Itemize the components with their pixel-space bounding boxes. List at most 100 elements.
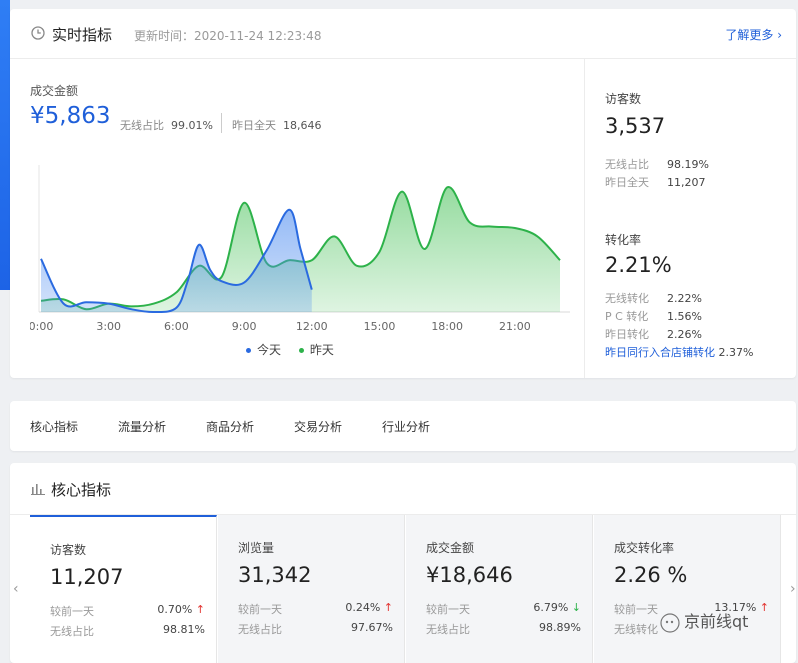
legend-today-label: 今天 [257,343,282,357]
metric-compare-label: 较前一天 [426,603,470,616]
realtime-card: 实时指标 更新时间：2020-11-24 12:23:48 了解更多 › 成交金… [10,9,796,378]
peer-conversion-link[interactable]: 昨日同行入合店铺转化 [605,346,715,359]
header-background [0,0,10,290]
visitors-row-key: 昨日全天 [605,176,649,189]
gmv-yesterday-label: 昨日全天 [232,119,276,132]
realtime-side-panel: 访客数 3,537 无线占比 98.19% 昨日全天 11,207 转化率 2.21… [585,59,796,378]
visitors-row-key: 无线占比 [605,158,649,171]
gmv-yesterday: 昨日全天 18,646 [232,117,322,133]
watermark-text: 京前线qt [684,612,749,631]
carousel-next-button[interactable]: › [790,581,796,597]
x-tick-label: 18:00 [431,320,463,333]
metric-label: 成交转化率 [614,541,675,555]
x-tick-label: 3:00 [96,320,121,333]
metric-compare-value: 6.79% ↓ [533,601,581,614]
metric-mobile-label: 无线占比 [238,623,282,636]
gmv-label: 成交金额 [30,84,79,98]
visitors-row: 无线占比 98.19% [605,156,785,172]
metric-card-pageviews[interactable]: 浏览量 31,342 较前一天 0.24% ↑ 无线占比 97.67% [218,515,405,663]
metric-mobile-row: 无线占比 97.67% [238,621,393,637]
conversion-row-value: 1.56% [667,310,702,323]
trend-down-icon: ↓ [571,601,581,614]
metric-value: 2.26 % [614,563,688,587]
carousel-prev-button[interactable]: ‹ [13,581,19,597]
chevron-right-icon: › [777,28,782,42]
metric-value: ¥18,646 [426,563,513,587]
visitors-row-value: 11,207 [667,176,706,189]
conversion-row: 昨日转化 2.26% [605,326,785,342]
conversion-row: P C 转化 1.56% [605,308,785,324]
tab-products[interactable]: 商品分析 [206,418,254,435]
conversion-row-value: 2.26% [667,328,702,341]
conversion-row-value: 2.22% [667,292,702,305]
x-tick-group: 0:00 3:00 6:00 9:00 12:00 15:00 18:00 21:00 [30,320,531,333]
visitors-label: 访客数 [605,92,642,106]
metric-label: 访客数 [50,543,87,557]
gmv-separator [221,113,222,133]
metric-mobile-label: 无线占比 [50,625,94,638]
metric-card-conversion[interactable]: 成交转化率 2.26 % 较前一天 13.17% ↑ 无线转化 [594,515,781,663]
clock-icon [31,26,45,40]
gmv-mobile-label: 无线占比 [120,119,164,132]
conversion-row-key: 无线转化 [605,292,649,305]
metric-compare-row: 较前一天 0.70% ↑ [50,603,205,619]
metric-compare-value: 0.70% ↑ [157,603,205,616]
metric-card-gmv[interactable]: 成交金额 ¥18,646 较前一天 6.79% ↓ 无线占比 98.89% [406,515,593,663]
metric-compare-number: 0.24% [345,601,381,614]
visitors-row-value: 98.19% [667,158,709,171]
conversion-label: 转化率 [605,233,642,247]
visitors-row: 昨日全天 11,207 [605,174,785,190]
tab-core-metrics[interactable]: 核心指标 [30,418,78,435]
x-tick-label: 21:00 [499,320,531,333]
learn-more-label: 了解更多 [725,28,774,42]
legend-yesterday-label: 昨天 [309,343,334,357]
peer-conversion: 昨日同行入合店铺转化 2.37% [605,344,753,360]
tab-industry[interactable]: 行业分析 [382,418,430,435]
peer-conversion-value: 2.37% [718,346,754,359]
metric-label: 成交金额 [426,541,475,555]
learn-more-link[interactable]: 了解更多 › [725,26,782,43]
metric-compare-number: 0.70% [157,603,193,616]
metric-compare-label: 较前一天 [50,605,94,618]
metric-compare-number: 6.79% [533,601,569,614]
tab-transactions[interactable]: 交易分析 [294,418,342,435]
metric-compare-row: 较前一天 0.24% ↑ [238,601,393,617]
gmv-yesterday-value: 18,646 [283,119,322,132]
core-metrics-header: 核心指标 [10,463,796,515]
legend-today[interactable]: 今天 [246,343,281,357]
metric-compare-label: 较前一天 [614,603,658,616]
metric-mobile-label: 无线占比 [426,623,470,636]
metric-mobile-row: 无线占比 98.89% [426,621,581,637]
realtime-area-chart: 0:00 3:00 6:00 9:00 12:00 15:00 18:00 21:00 [30,165,570,333]
x-tick-label: 15:00 [364,320,396,333]
metric-card-visitors[interactable]: 访客数 11,207 较前一天 0.70% ↑ 无线占比 98.81% [30,515,217,663]
gmv-panel: 成交金额 ¥5,863 无线占比 99.01% 昨日全天 18,646 0:00… [10,59,584,378]
gmv-mobile-value: 99.01% [171,119,213,132]
wechat-icon [660,612,680,633]
watermark: 京前线qt [660,608,748,633]
trend-up-icon: ↑ [383,601,393,614]
core-metrics-title: 核心指标 [51,481,112,499]
conversion-row: 无线转化 2.22% [605,290,785,306]
x-tick-label: 12:00 [296,320,328,333]
metric-compare-row: 较前一天 6.79% ↓ [426,601,581,617]
legend-today-dot [246,348,251,353]
chart-legend: 今天 昨天 [246,341,348,358]
update-time: 更新时间：2020-11-24 12:23:48 [134,29,322,43]
tab-traffic[interactable]: 流量分析 [118,418,166,435]
metric-mobile-label: 无线转化 [614,623,658,636]
metric-label: 浏览量 [238,541,275,555]
conversion-row-key: P C 转化 [605,310,649,323]
x-tick-label: 0:00 [30,320,53,333]
bar-chart-icon [31,484,45,495]
metric-value: 11,207 [50,565,124,589]
legend-yesterday[interactable]: 昨天 [298,343,334,357]
conversion-row-key: 昨日转化 [605,328,649,341]
metric-compare-label: 较前一天 [238,603,282,616]
metric-mobile-value: 98.89% [539,621,581,634]
trend-up-icon: ↑ [195,603,205,616]
x-tick-label: 9:00 [232,320,257,333]
chart-series-group [40,186,561,314]
metric-mobile-value: 98.81% [163,623,205,636]
gmv-mobile-share: 无线占比 99.01% [120,117,213,133]
